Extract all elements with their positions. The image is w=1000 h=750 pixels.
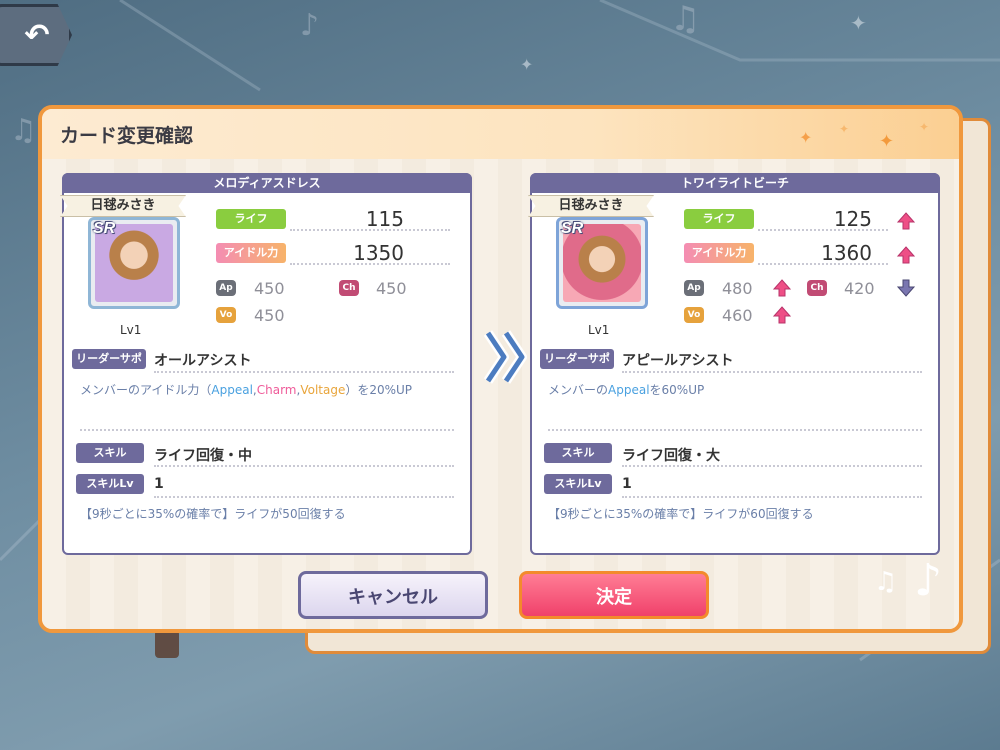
- divider: [622, 496, 922, 498]
- card-portrait[interactable]: SR: [556, 217, 648, 309]
- header-sparkle-icon: ✦ ✦ ✦ ✦: [799, 120, 929, 152]
- svg-text:✦: ✦: [850, 11, 867, 35]
- idol-power-tag: アイドル力: [216, 243, 286, 263]
- skill-name: ライフ回復・中: [154, 448, 252, 464]
- vo-value: 450: [254, 306, 285, 325]
- divider: [154, 496, 454, 498]
- card-portrait[interactable]: SR: [88, 217, 180, 309]
- stat-up-arrow-icon: [772, 279, 792, 297]
- ap-tag: Ap: [684, 280, 704, 296]
- character-name: 日毬みさき: [60, 195, 186, 217]
- svg-text:♫: ♫: [10, 113, 37, 148]
- ap-value: 450: [254, 279, 285, 298]
- leader-support-name: アピールアシスト: [622, 353, 734, 369]
- vo-tag: Vo: [216, 307, 236, 323]
- skill-tag: スキル: [76, 443, 144, 463]
- card-change-dialog: カード変更確認 ✦ ✦ ✦ ✦ メロディアスドレス 日毬みさき SR Lv1 ラ…: [38, 105, 963, 633]
- divider: [622, 371, 922, 373]
- skill-name: ライフ回復・大: [622, 448, 720, 464]
- life-tag: ライフ: [684, 209, 754, 229]
- card-name: メロディアスドレス: [62, 173, 472, 193]
- skill-description: 【9秒ごとに35%の確率で】ライフが60回復する: [548, 507, 814, 521]
- current-card-panel: メロディアスドレス 日毬みさき SR Lv1 ライフ 115 アイドル力 135…: [60, 173, 472, 555]
- life-value: 125: [833, 207, 872, 231]
- divider: [548, 429, 922, 431]
- leader-support-description: メンバーのAppealを60%UP: [548, 383, 705, 397]
- stat-up-arrow-icon: [896, 246, 916, 264]
- confirm-button[interactable]: 決定: [519, 571, 709, 619]
- skill-tag: スキル: [544, 443, 612, 463]
- skill-lv-tag: スキルLv: [76, 474, 144, 494]
- idol-power-tag: アイドル力: [684, 243, 754, 263]
- ch-value: 420: [844, 279, 875, 298]
- card-level: Lv1: [588, 323, 610, 337]
- leader-support-tag: リーダーサポート: [540, 349, 614, 385]
- back-arrow-icon: ↶: [24, 17, 50, 53]
- ch-tag: Ch: [339, 280, 359, 296]
- stat-up-arrow-icon: [772, 306, 792, 324]
- svg-text:♫: ♫: [670, 0, 700, 39]
- card-name: トワイライトビーチ: [530, 173, 940, 193]
- rarity-badge: SR: [561, 220, 584, 237]
- life-value: 115: [365, 207, 404, 231]
- card-level: Lv1: [120, 323, 142, 337]
- stat-up-arrow-icon: [896, 212, 916, 230]
- dialog-header: カード変更確認 ✦ ✦ ✦ ✦: [42, 109, 959, 159]
- svg-text:♪: ♪: [300, 8, 319, 43]
- rarity-badge: SR: [93, 220, 116, 237]
- idol-power-value: 1350: [353, 241, 404, 265]
- svg-text:✦: ✦: [799, 128, 812, 147]
- skill-level: 1: [154, 476, 164, 492]
- music-note-icon: ♪: [914, 555, 943, 606]
- skill-lv-tag: スキルLv: [544, 474, 612, 494]
- ch-tag: Ch: [807, 280, 827, 296]
- ap-tag: Ap: [216, 280, 236, 296]
- leader-support-description: メンバーのアイドル力（Appeal,Charm,Voltage）を20%UP: [80, 383, 413, 397]
- divider: [154, 465, 454, 467]
- music-note-icon: ♫: [874, 567, 898, 597]
- svg-text:✦: ✦: [919, 120, 929, 134]
- divider: [622, 465, 922, 467]
- vo-tag: Vo: [684, 307, 704, 323]
- new-card-panel: トワイライトビーチ 日毬みさき SR Lv1 ライフ 125 アイドル力 136…: [528, 173, 940, 555]
- back-button[interactable]: ↶: [0, 4, 72, 66]
- skill-description: 【9秒ごとに35%の確率で】ライフが50回復する: [80, 507, 346, 521]
- vo-value: 460: [722, 306, 753, 325]
- dialog-title: カード変更確認: [60, 126, 194, 147]
- character-name: 日毬みさき: [528, 195, 654, 217]
- ap-value: 480: [722, 279, 753, 298]
- leader-support-tag: リーダーサポート: [72, 349, 146, 385]
- divider: [80, 429, 454, 431]
- skill-level: 1: [622, 476, 632, 492]
- leader-support-name: オールアシスト: [154, 353, 252, 369]
- svg-text:✦: ✦: [520, 55, 533, 74]
- divider: [154, 371, 454, 373]
- ch-value: 450: [376, 279, 407, 298]
- stat-down-arrow-icon: [896, 279, 916, 297]
- idol-power-value: 1360: [821, 241, 872, 265]
- double-chevron-right-icon: [484, 330, 527, 384]
- svg-text:✦: ✦: [839, 122, 849, 136]
- life-tag: ライフ: [216, 209, 286, 229]
- cancel-button[interactable]: キャンセル: [298, 571, 488, 619]
- svg-text:✦: ✦: [879, 131, 894, 152]
